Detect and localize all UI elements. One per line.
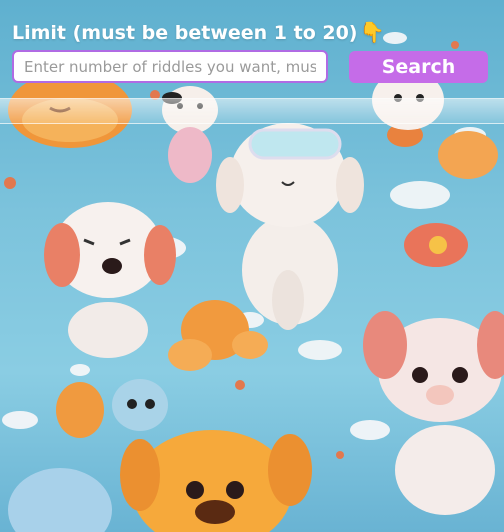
search-button[interactable]: Search <box>349 51 488 83</box>
winking-puppy <box>44 202 176 358</box>
limit-label: Limit (must be between 1 to 20) 👇 <box>12 20 384 44</box>
orange-puppy-bottom <box>120 430 312 532</box>
translucent-toolbar-strip <box>0 98 504 124</box>
riddle-count-input[interactable] <box>12 50 328 83</box>
puppy-with-goggles <box>216 123 364 330</box>
search-row: Search <box>12 50 488 84</box>
limit-label-text: Limit (must be between 1 to 20) <box>12 22 358 44</box>
pointing-down-hand-icon: 👇 <box>359 20 385 44</box>
red-eared-bear-right <box>363 311 504 515</box>
orange-squiggle-creature <box>168 300 268 371</box>
